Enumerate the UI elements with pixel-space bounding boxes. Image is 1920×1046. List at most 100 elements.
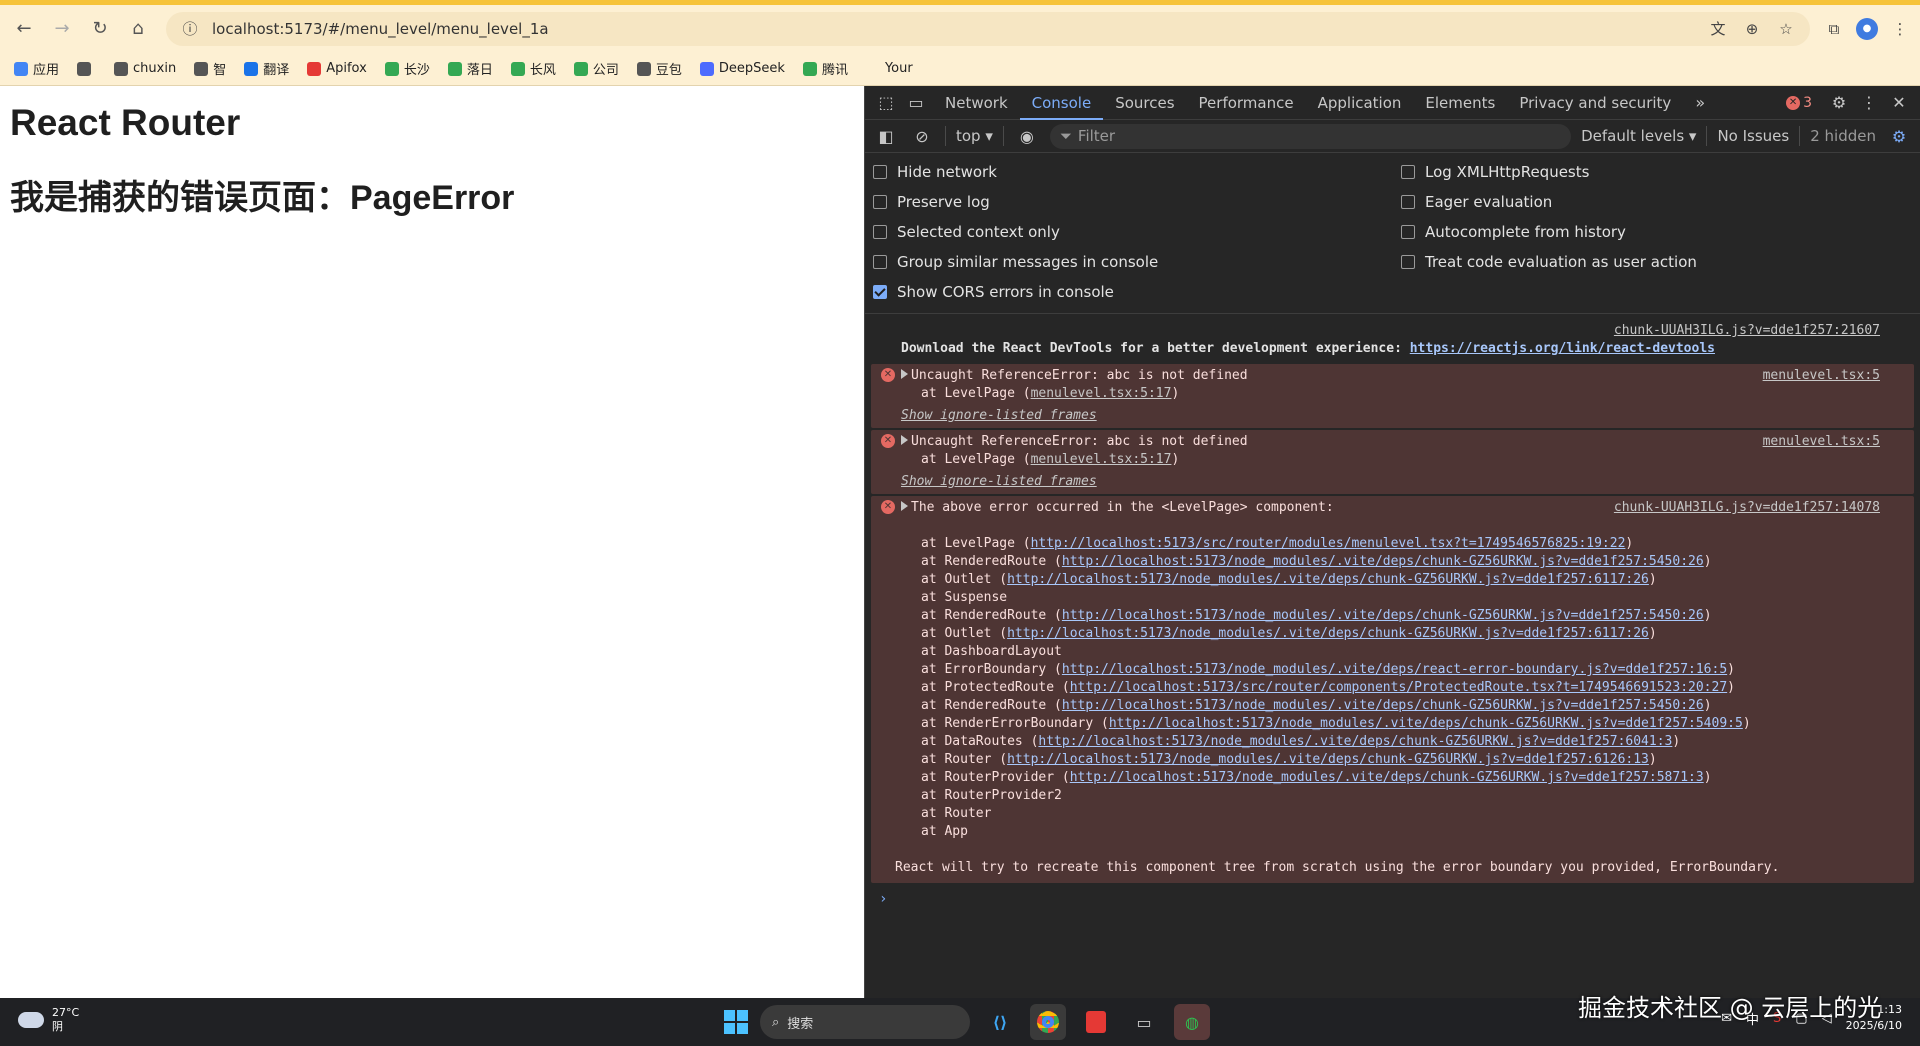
bookmark-item[interactable]: 公司 xyxy=(573,59,619,78)
setting-option[interactable]: Group similar messages in console xyxy=(873,247,1401,277)
zoom-icon[interactable]: ⊕ xyxy=(1740,17,1764,41)
bookmark-item[interactable]: 落日 xyxy=(447,59,493,78)
message-source-link[interactable]: chunk-UUAH3ILG.js?v=dde1f257:14078 xyxy=(1614,499,1880,517)
menu-kebab-icon[interactable]: ⋮ xyxy=(1888,17,1912,41)
error-text[interactable]: Uncaught ReferenceError: abc is not defi… xyxy=(901,433,1874,451)
devtools-menu-icon[interactable]: ⋮ xyxy=(1856,90,1882,116)
expand-triangle-icon[interactable] xyxy=(901,435,908,445)
home-icon[interactable]: ⌂ xyxy=(122,13,154,45)
frame-link[interactable]: http://localhost:5173/node_modules/.vite… xyxy=(1109,716,1743,731)
bookmark-item[interactable]: DeepSeek xyxy=(699,61,785,76)
message-source-link[interactable]: menulevel.tsx:5 xyxy=(1763,433,1880,451)
setting-option[interactable]: Selected context only xyxy=(873,217,1401,247)
site-info-icon[interactable]: ⓘ xyxy=(178,17,202,41)
settings-gear-icon[interactable]: ⚙ xyxy=(1826,90,1852,116)
frame-link[interactable]: http://localhost:5173/src/router/compone… xyxy=(1070,680,1727,695)
clear-console-icon[interactable]: ⊘ xyxy=(909,123,935,149)
windows-start-icon[interactable] xyxy=(724,1010,748,1034)
translate-icon[interactable]: 文 xyxy=(1706,17,1730,41)
error-text[interactable]: Uncaught ReferenceError: abc is not defi… xyxy=(901,367,1874,385)
frame-link[interactable]: http://localhost:5173/node_modules/.vite… xyxy=(1062,608,1704,623)
error-count-badge[interactable]: ✕ 3 xyxy=(1786,95,1812,111)
forward-icon[interactable]: → xyxy=(46,13,78,45)
live-expression-eye-icon[interactable]: ◉ xyxy=(1014,123,1040,149)
tab-sources[interactable]: Sources xyxy=(1103,86,1186,120)
profile-avatar[interactable]: ● xyxy=(1856,17,1878,40)
frame-link[interactable]: http://localhost:5173/node_modules/.vite… xyxy=(1062,662,1727,677)
frame-link[interactable]: http://localhost:5173/src/router/modules… xyxy=(1031,536,1626,551)
log-levels-dropdown[interactable]: Default levels ▾ xyxy=(1581,127,1696,145)
setting-option[interactable]: Hide network xyxy=(873,157,1401,187)
checkbox[interactable] xyxy=(1401,225,1415,239)
setting-option[interactable]: Eager evaluation xyxy=(1401,187,1920,217)
sidebar-toggle-icon[interactable]: ◧ xyxy=(873,123,899,149)
wechat-icon[interactable]: ◍ xyxy=(1174,1004,1210,1040)
setting-option[interactable]: Preserve log xyxy=(873,187,1401,217)
message-source-link[interactable]: menulevel.tsx:5 xyxy=(1763,367,1880,385)
bookmark-item[interactable]: 长沙 xyxy=(384,59,430,78)
chrome-icon[interactable] xyxy=(1030,1004,1066,1040)
console-prompt[interactable]: › xyxy=(865,883,1920,915)
devtools-link[interactable]: https://reactjs.org/link/react-devtools xyxy=(1410,341,1715,356)
more-tabs-icon[interactable]: » xyxy=(1687,90,1713,116)
back-icon[interactable]: ← xyxy=(8,13,40,45)
show-ignore-listed-frames[interactable]: Show ignore-listed frames xyxy=(901,473,1097,491)
frame-link[interactable]: http://localhost:5173/node_modules/.vite… xyxy=(1070,770,1704,785)
expand-triangle-icon[interactable] xyxy=(901,369,908,379)
tab-console[interactable]: Console xyxy=(1019,86,1104,120)
weather-widget[interactable]: 27°C 阴 xyxy=(18,1006,79,1034)
tab-performance[interactable]: Performance xyxy=(1187,86,1306,120)
checkbox[interactable] xyxy=(873,285,887,299)
checkbox[interactable] xyxy=(1401,255,1415,269)
expand-triangle-icon[interactable] xyxy=(901,501,908,511)
frame-link[interactable]: menulevel.tsx:5:17 xyxy=(1031,452,1172,467)
checkbox[interactable] xyxy=(873,255,887,269)
taskbar-search[interactable]: ⌕ 搜索 xyxy=(760,1005,970,1039)
bookmark-item[interactable]: 翻译 xyxy=(244,59,289,78)
bookmark-item[interactable]: 应用 xyxy=(14,59,59,78)
frame-link[interactable]: http://localhost:5173/node_modules/.vite… xyxy=(1038,734,1672,749)
bookmark-item[interactable]: chuxin xyxy=(114,61,176,76)
frame-link[interactable]: http://localhost:5173/node_modules/.vite… xyxy=(1007,752,1649,767)
checkbox[interactable] xyxy=(1401,165,1415,179)
show-ignore-listed-frames[interactable]: Show ignore-listed frames xyxy=(901,407,1097,425)
frame-link[interactable]: http://localhost:5173/node_modules/.vite… xyxy=(1062,698,1704,713)
setting-option[interactable]: Treat code evaluation as user action xyxy=(1401,247,1920,277)
bookmark-item[interactable]: 长风 xyxy=(510,59,556,78)
device-toolbar-icon[interactable]: ▭ xyxy=(903,90,929,116)
setting-option[interactable]: Autocomplete from history xyxy=(1401,217,1920,247)
url-text[interactable]: localhost:5173/#/menu_level/menu_level_1… xyxy=(212,20,1696,38)
checkbox[interactable] xyxy=(1401,195,1415,209)
message-source-link[interactable]: chunk-UUAH3ILG.js?v=dde1f257:21607 xyxy=(1614,322,1880,340)
frame-link[interactable]: http://localhost:5173/node_modules/.vite… xyxy=(1007,572,1649,587)
extensions-icon[interactable]: ⧉ xyxy=(1822,17,1846,41)
inspect-element-icon[interactable]: ⬚ xyxy=(873,90,899,116)
context-selector[interactable]: top ▾ xyxy=(956,127,993,145)
frame-link[interactable]: http://localhost:5173/node_modules/.vite… xyxy=(1007,626,1649,641)
frame-link[interactable]: menulevel.tsx:5:17 xyxy=(1031,386,1172,401)
setting-option[interactable]: Show CORS errors in console xyxy=(873,277,1401,307)
bookmark-star-icon[interactable]: ☆ xyxy=(1774,17,1798,41)
tab-elements[interactable]: Elements xyxy=(1413,86,1507,120)
bookmark-item[interactable]: Your xyxy=(865,61,913,76)
tab-application[interactable]: Application xyxy=(1306,86,1414,120)
console-settings-gear-icon[interactable]: ⚙ xyxy=(1886,123,1912,149)
terminal-icon[interactable]: ▭ xyxy=(1126,1004,1162,1040)
vscode-icon[interactable]: ⟨⟩ xyxy=(982,1004,1018,1040)
checkbox[interactable] xyxy=(873,195,887,209)
checkbox[interactable] xyxy=(873,225,887,239)
bookmark-item[interactable] xyxy=(77,61,96,76)
frame-link[interactable]: http://localhost:5173/node_modules/.vite… xyxy=(1062,554,1704,569)
issues-button[interactable]: No Issues xyxy=(1717,127,1789,145)
red-app-icon[interactable] xyxy=(1078,1004,1114,1040)
bookmark-item[interactable]: Apifox xyxy=(307,61,367,76)
reload-icon[interactable]: ↻ xyxy=(84,13,116,45)
checkbox[interactable] xyxy=(873,165,887,179)
tab-network[interactable]: Network xyxy=(933,86,1020,120)
tab-privacy-and-security[interactable]: Privacy and security xyxy=(1507,86,1683,120)
bookmark-item[interactable]: 腾讯 xyxy=(802,59,848,78)
close-devtools-icon[interactable]: ✕ xyxy=(1886,90,1912,116)
bookmark-item[interactable]: 豆包 xyxy=(636,59,682,78)
filter-input[interactable]: ⏷ Filter xyxy=(1049,123,1572,149)
bookmark-item[interactable]: 智 xyxy=(194,59,226,78)
